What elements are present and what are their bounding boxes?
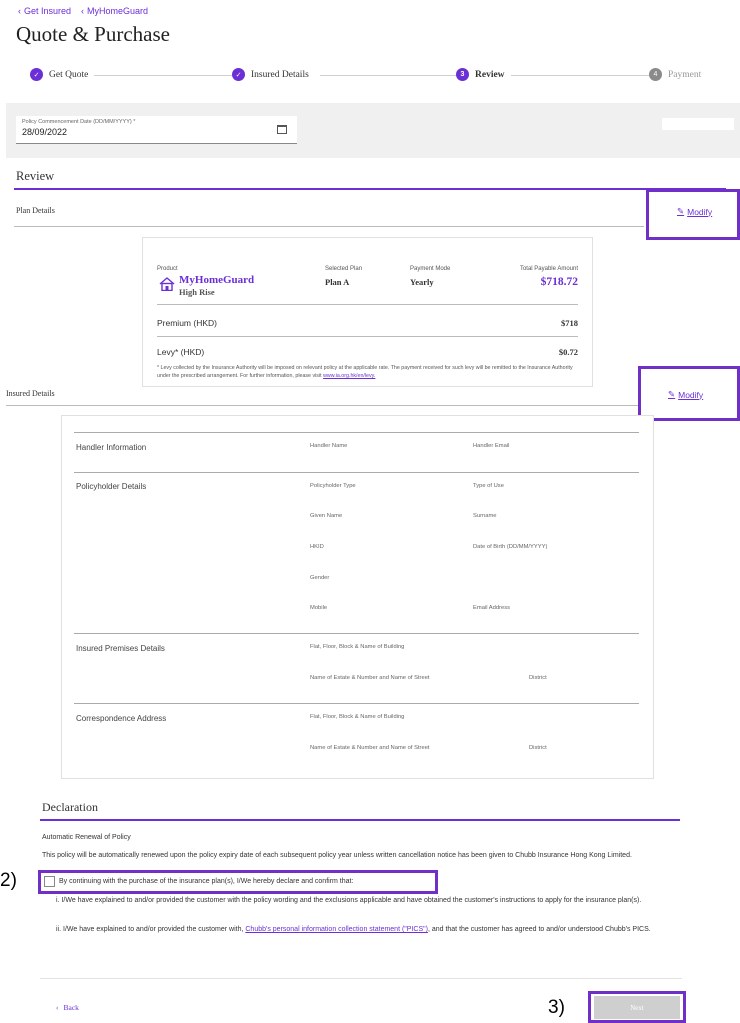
total-payable-amount: $718.72 — [540, 276, 578, 288]
chevron-left-icon: ‹ — [18, 6, 21, 16]
review-heading: Review — [16, 169, 55, 183]
levy-link[interactable]: www.ia.org.hk/en/levy. — [323, 373, 375, 379]
plan-summary-card: Product MyHomeGuard High Rise Selected P… — [142, 237, 593, 387]
step-review: 3 Review — [456, 68, 511, 81]
page-title: Quote & Purchase — [16, 22, 170, 46]
divider — [6, 405, 638, 406]
breadcrumb-get-insured[interactable]: ‹ Get Insured — [18, 6, 71, 16]
plan-details-label: Plan Details — [16, 206, 55, 215]
divider — [14, 188, 726, 190]
step-insured-details: ✓ Insured Details — [232, 68, 315, 81]
product-brand: MyHomeGuard High Rise — [159, 275, 254, 298]
step-get-quote: ✓ Get Quote — [30, 68, 95, 81]
blank-panel — [662, 118, 734, 130]
divider — [40, 978, 682, 979]
annotation-label: 2) — [0, 870, 17, 891]
progress-stepper: ✓ Get Quote ✓ Insured Details 3 Review 4… — [30, 68, 710, 84]
divider — [40, 819, 680, 821]
declaration-confirm-label: By continuing with the purchase of the i… — [59, 878, 354, 885]
breadcrumb: ‹ Get Insured ‹ MyHomeGuard — [18, 6, 148, 16]
chevron-left-icon: ‹ — [56, 1003, 59, 1012]
levy-note: * Levy collected by the Insurance Author… — [157, 365, 573, 379]
chevron-left-icon: ‹ — [81, 6, 85, 16]
levy-row: Levy* (HKD) $0.72 — [157, 347, 578, 357]
divider — [14, 226, 644, 227]
step-payment: 4 Payment — [649, 68, 708, 81]
breadcrumb-myhomeguard[interactable]: ‹ MyHomeGuard — [81, 6, 148, 16]
declaration-item-1: i. I/We have explained to and/or provide… — [56, 897, 642, 904]
modify-insured-button[interactable]: ✎ Modify — [668, 389, 703, 400]
insured-details-card: Handler Information Handler Name Handler… — [61, 415, 654, 779]
calendar-icon[interactable] — [277, 125, 287, 134]
renewal-heading: Automatic Renewal of Policy — [42, 834, 131, 841]
check-icon: ✓ — [30, 68, 43, 81]
insured-details-label: Insured Details — [6, 389, 55, 398]
premium-row: Premium (HKD) $718 — [157, 318, 578, 328]
back-button[interactable]: ‹ Back — [56, 1003, 79, 1012]
modify-plan-button[interactable]: ✎ Modify — [677, 206, 712, 217]
pencil-icon: ✎ — [668, 389, 676, 399]
pics-link[interactable]: Chubb's personal information collection … — [245, 926, 428, 933]
next-button[interactable]: Next — [594, 996, 680, 1019]
check-icon: ✓ — [232, 68, 245, 81]
commencement-date-field[interactable]: Policy Commencement Date (DD/MM/YYYY) * … — [16, 116, 297, 144]
pencil-icon: ✎ — [677, 206, 685, 216]
declaration-heading: Declaration — [42, 800, 98, 814]
house-icon — [159, 277, 175, 291]
declaration-item-2: ii. I/We have explained to and/or provid… — [56, 926, 651, 933]
declaration-checkbox[interactable] — [44, 876, 55, 887]
renewal-text: This policy will be automatically renewe… — [42, 852, 632, 859]
annotation-label: 3) — [548, 997, 565, 1018]
